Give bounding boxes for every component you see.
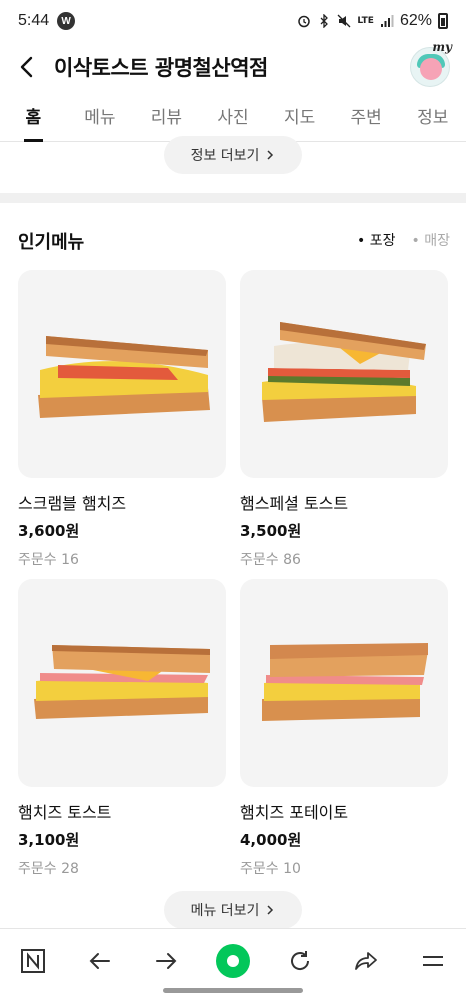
order-type-filter: • 포장 • 매장 <box>357 230 450 250</box>
menu-order-count: 주문수 16 <box>18 552 79 568</box>
status-time: 5:44 <box>18 12 50 29</box>
network-label: LTE <box>357 16 374 26</box>
naver-home-button[interactable] <box>13 941 53 981</box>
sandwich-illustration <box>38 336 210 418</box>
menu-more-label: 메뉴 더보기 <box>190 903 260 919</box>
bluetooth-icon <box>320 14 329 28</box>
menu-name: 햄치즈 토스트 <box>18 803 112 822</box>
filter-takeout[interactable]: • 포장 <box>357 230 395 250</box>
menu-photo <box>240 579 448 787</box>
sandwich-illustration <box>262 322 426 422</box>
menu-card[interactable]: 스크램블 햄치즈 3,600원 주문수 16 <box>18 270 226 579</box>
tab-home[interactable]: 홈 <box>0 96 67 142</box>
avatar-face <box>420 58 442 80</box>
signal-icon <box>380 15 394 27</box>
tab-photo[interactable]: 사진 <box>200 96 267 141</box>
back-arrow-icon[interactable] <box>16 55 40 79</box>
menu-card[interactable]: 햄스페셜 토스트 3,500원 주문수 86 <box>240 270 448 579</box>
chevron-right-icon <box>267 905 274 915</box>
menu-photo <box>18 579 226 787</box>
menu-order-count: 주문수 86 <box>240 552 301 568</box>
forward-button[interactable] <box>146 941 186 981</box>
back-button[interactable] <box>80 941 120 981</box>
reload-button[interactable] <box>280 941 320 981</box>
app-badge-icon: W <box>57 12 76 30</box>
menu-name: 스크램블 햄치즈 <box>18 494 127 513</box>
battery-percent: 62% <box>399 12 432 29</box>
status-icons: LTE 62% <box>297 12 448 30</box>
menu-button[interactable] <box>413 941 453 981</box>
menu-photo <box>18 270 226 478</box>
home-indicator[interactable] <box>163 988 303 993</box>
menu-price: 4,000원 <box>240 831 302 849</box>
sandwich-illustration <box>262 643 428 721</box>
section-title: 인기메뉴 <box>18 232 85 253</box>
info-more-button[interactable]: 정보 더보기 <box>164 136 302 174</box>
tab-menu[interactable]: 메뉴 <box>67 96 134 141</box>
menu-order-count: 주문수 28 <box>18 861 79 877</box>
share-arrow-icon <box>355 952 377 970</box>
section-divider <box>0 193 466 203</box>
menu-name: 햄스페셜 토스트 <box>240 494 349 513</box>
hamburger-icon <box>422 956 443 966</box>
menu-more-button[interactable]: 메뉴 더보기 <box>164 891 302 929</box>
menu-grid: 스크램블 햄치즈 3,600원 주문수 16 햄스페셜 토스트 3,500원 주… <box>18 270 448 888</box>
info-more-label: 정보 더보기 <box>190 148 260 164</box>
sandwich-illustration <box>34 645 210 719</box>
green-dot-icon <box>215 944 250 978</box>
filter-dine-in-label: 매장 <box>424 233 450 249</box>
status-bar: 5:44 W LTE 62% <box>0 0 466 42</box>
tab-nearby[interactable]: 주변 <box>333 96 400 141</box>
chevron-right-icon <box>267 150 274 160</box>
header: 이삭토스트 광명철산역점 <box>0 42 466 92</box>
menu-photo <box>240 270 448 478</box>
green-dot-button[interactable] <box>213 941 253 981</box>
avatar-label: my <box>432 40 452 54</box>
menu-price: 3,500원 <box>240 522 302 540</box>
page-title: 이삭토스트 광명철산역점 <box>54 56 268 80</box>
menu-order-count: 주문수 10 <box>240 861 301 877</box>
menu-name: 햄치즈 포테이토 <box>240 803 349 822</box>
battery-icon <box>438 13 448 29</box>
filter-dine-in[interactable]: • 매장 <box>412 230 450 250</box>
menu-card[interactable]: 햄치즈 토스트 3,100원 주문수 28 <box>18 579 226 888</box>
alarm-icon <box>298 15 311 28</box>
arrow-right-icon <box>156 953 177 969</box>
tab-review[interactable]: 리뷰 <box>133 96 200 141</box>
menu-card[interactable]: 햄치즈 포테이토 4,000원 주문수 10 <box>240 579 448 888</box>
mute-icon <box>337 14 351 28</box>
menu-price: 3,100원 <box>18 831 80 849</box>
menu-price: 3,600원 <box>18 522 80 540</box>
filter-takeout-label: 포장 <box>369 233 396 249</box>
arrow-left-icon <box>89 953 110 969</box>
tab-map[interactable]: 지도 <box>266 96 333 141</box>
refresh-icon <box>290 951 309 970</box>
naver-n-icon <box>21 949 46 973</box>
tab-info[interactable]: 정보 <box>399 96 466 141</box>
share-button[interactable] <box>346 941 386 981</box>
